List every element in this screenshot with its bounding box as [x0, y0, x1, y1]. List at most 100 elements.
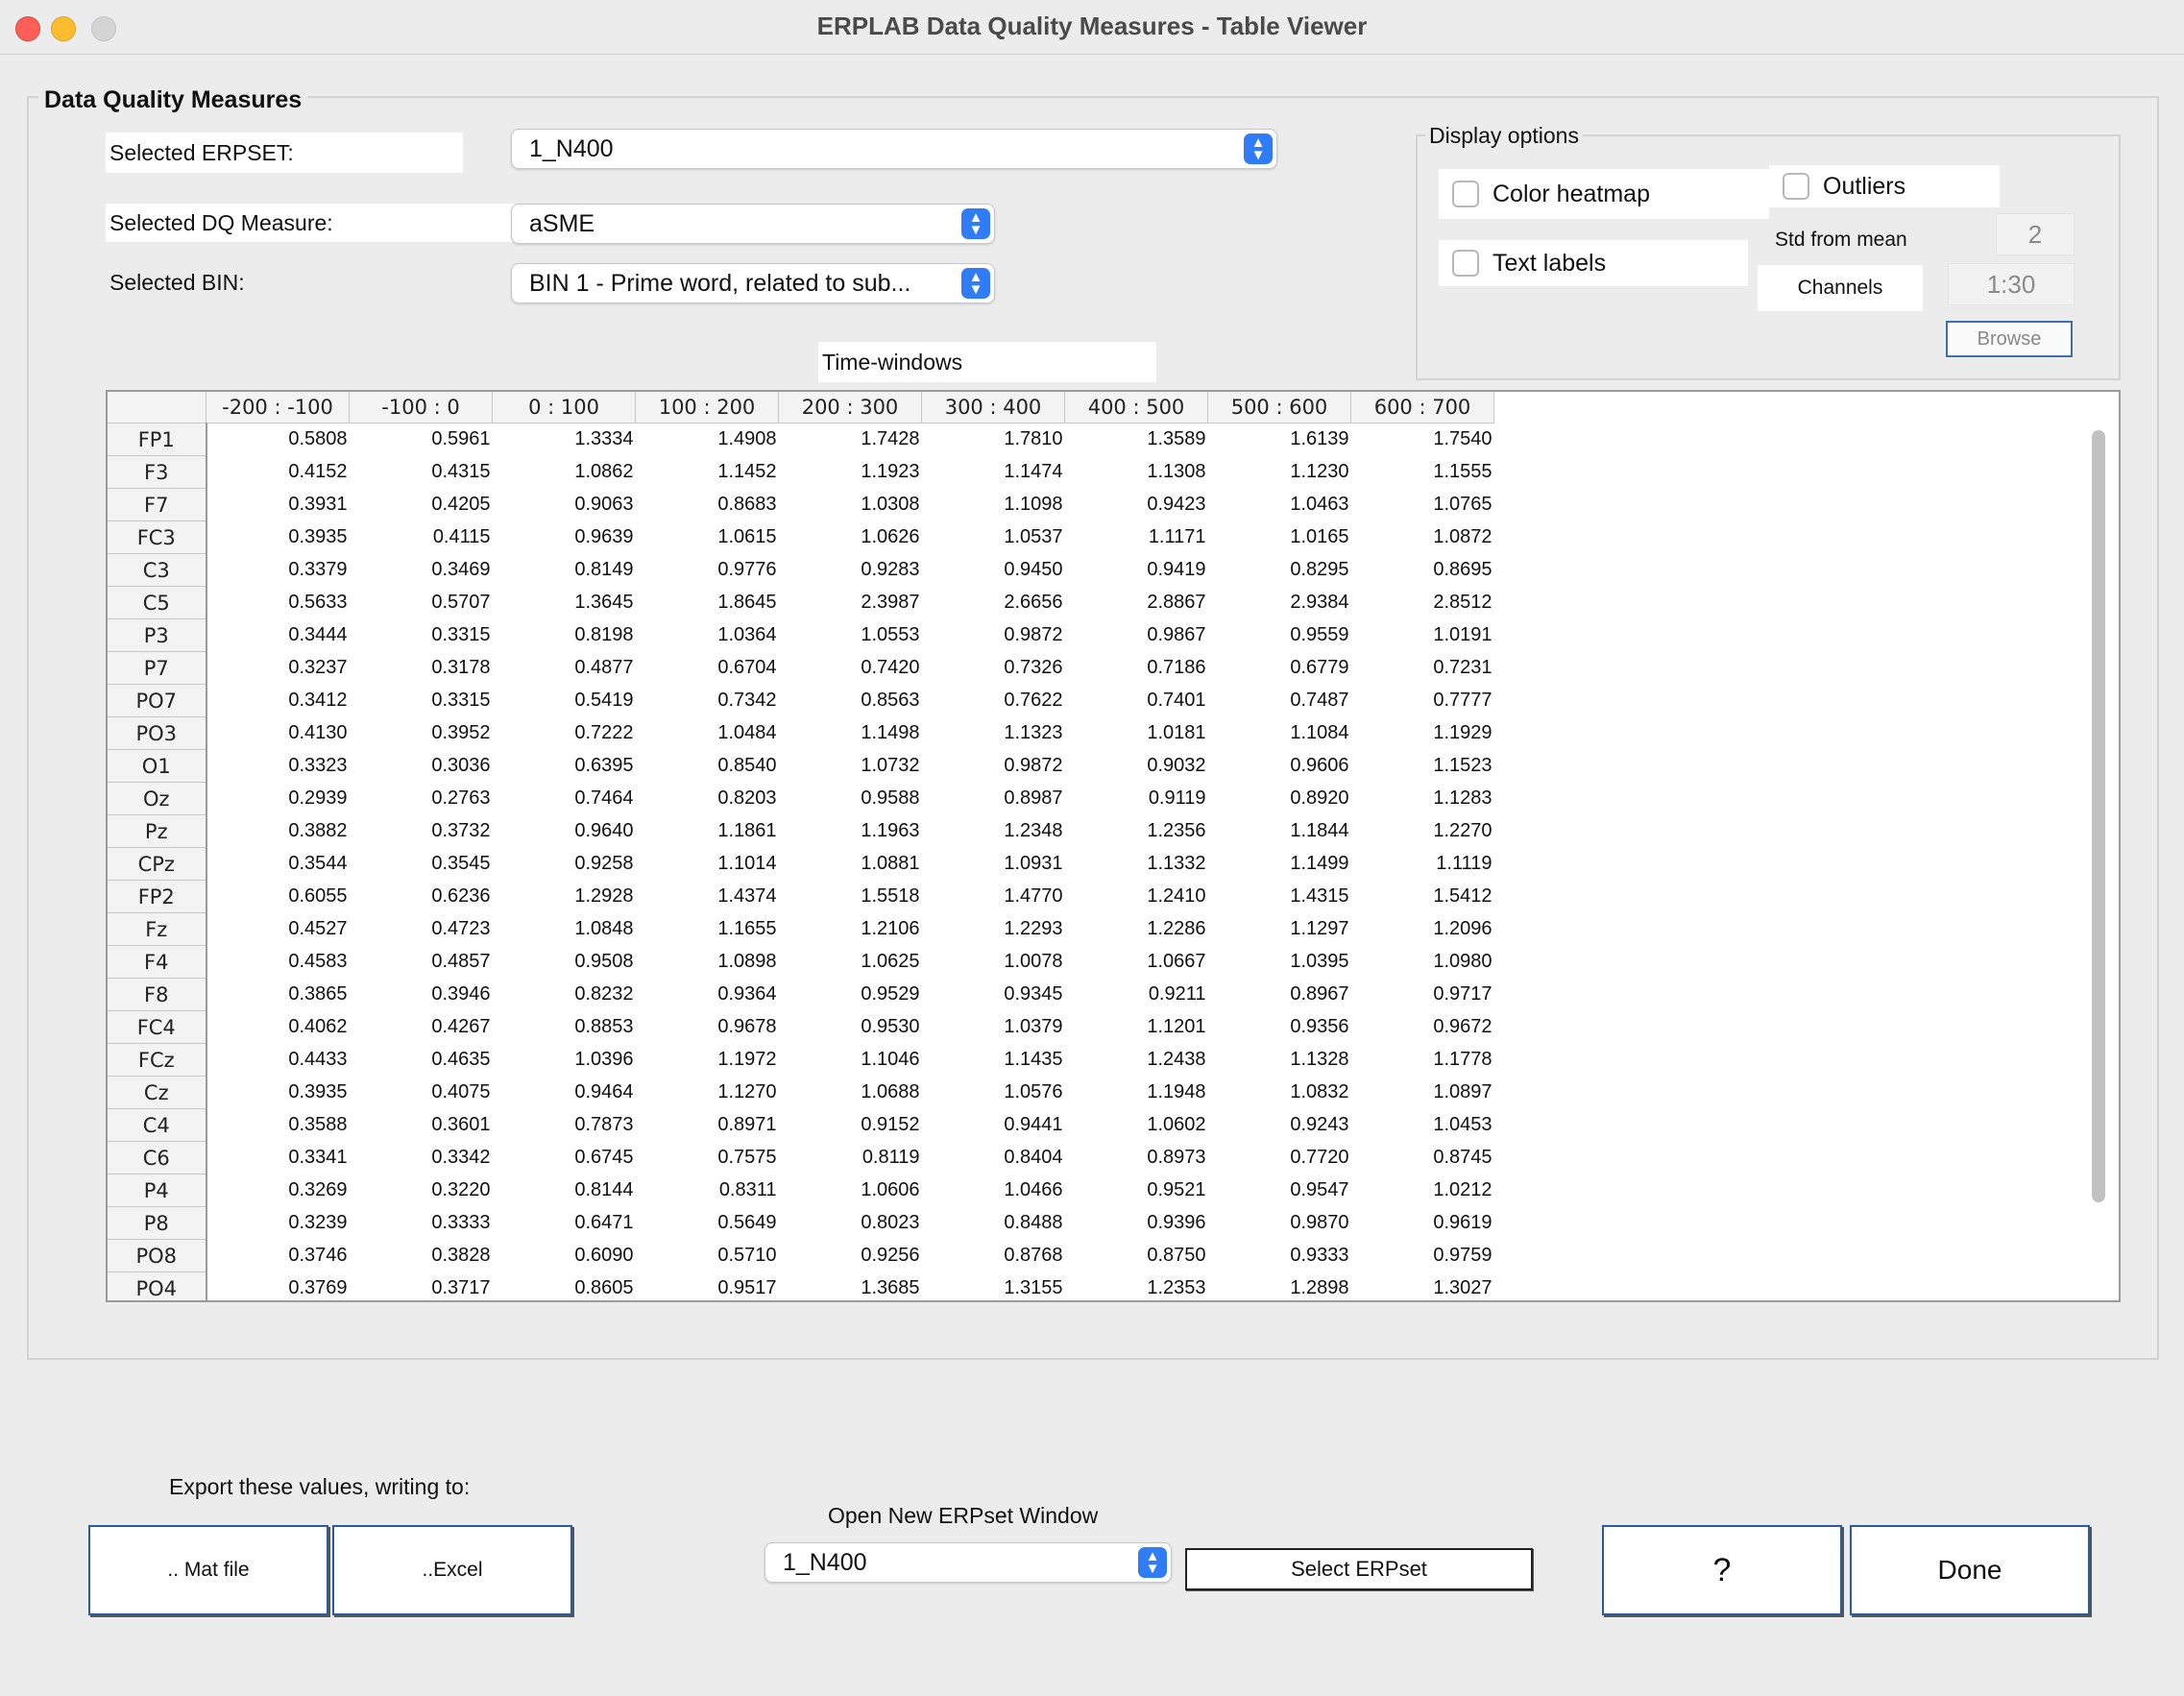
table-cell[interactable]: 1.2438	[1065, 1044, 1208, 1077]
table-cell[interactable]: 1.0395	[1208, 946, 1351, 979]
table-cell[interactable]: 1.0606	[779, 1175, 922, 1207]
select-erpset-button[interactable]: Select ERPset	[1185, 1548, 1533, 1590]
table-cell[interactable]: 1.0181	[1065, 717, 1208, 750]
table-cell[interactable]: 1.4908	[636, 424, 779, 456]
text-labels-checkbox[interactable]: Text labels	[1439, 240, 1748, 286]
table-cell[interactable]: 0.9640	[493, 815, 636, 848]
table-cell[interactable]: 0.3732	[350, 815, 493, 848]
table-cell[interactable]: 0.9529	[779, 979, 922, 1011]
table-cell[interactable]: 0.7231	[1351, 652, 1494, 685]
table-cell[interactable]: 1.0466	[922, 1175, 1065, 1207]
table-cell[interactable]: 1.2293	[922, 913, 1065, 946]
table-cell[interactable]: 0.6704	[636, 652, 779, 685]
table-cell[interactable]: 0.9759	[1351, 1240, 1494, 1272]
table-cell[interactable]: 1.1171	[1065, 521, 1208, 554]
std-from-mean-input[interactable]: 2	[1996, 213, 2075, 255]
table-cell[interactable]: 0.9872	[922, 619, 1065, 652]
dq-measure-select[interactable]: aSME ▲ ▼	[511, 204, 995, 244]
table-cell[interactable]: 0.9396	[1065, 1207, 1208, 1240]
table-cell[interactable]: 1.1098	[922, 489, 1065, 521]
table-cell[interactable]: 0.8973	[1065, 1142, 1208, 1175]
table-cell[interactable]: 0.7420	[779, 652, 922, 685]
table-cell[interactable]: 0.3178	[350, 652, 493, 685]
help-button[interactable]: ?	[1602, 1525, 1842, 1615]
table-cell[interactable]: 1.1046	[779, 1044, 922, 1077]
table-cell[interactable]: 0.9606	[1208, 750, 1351, 783]
table-cell[interactable]: 0.3601	[350, 1109, 493, 1142]
table-cell[interactable]: 0.9867	[1065, 619, 1208, 652]
table-cell[interactable]: 1.1555	[1351, 456, 1494, 489]
table-cell[interactable]: 1.4770	[922, 881, 1065, 913]
table-cell[interactable]: 0.6236	[350, 881, 493, 913]
table-cell[interactable]: 0.6471	[493, 1207, 636, 1240]
table-cell[interactable]: 0.3036	[350, 750, 493, 783]
export-excel-button[interactable]: ..Excel	[332, 1525, 572, 1615]
table-cell[interactable]: 0.3946	[350, 979, 493, 1011]
table-cell[interactable]: 1.0078	[922, 946, 1065, 979]
done-button[interactable]: Done	[1850, 1525, 2090, 1615]
table-cell[interactable]: 0.8149	[493, 554, 636, 587]
table-cell[interactable]: 1.1655	[636, 913, 779, 946]
table-cell[interactable]: 0.8920	[1208, 783, 1351, 815]
table-cell[interactable]: 0.8853	[493, 1011, 636, 1044]
table-cell[interactable]: 0.8311	[636, 1175, 779, 1207]
table-cell[interactable]: 0.9521	[1065, 1175, 1208, 1207]
table-cell[interactable]: 1.1498	[779, 717, 922, 750]
table-cell[interactable]: 0.9152	[779, 1109, 922, 1142]
table-cell[interactable]: 0.9243	[1208, 1109, 1351, 1142]
table-cell[interactable]: 1.7810	[922, 424, 1065, 456]
table-cell[interactable]: 0.8198	[493, 619, 636, 652]
table-cell[interactable]: 0.8750	[1065, 1240, 1208, 1272]
table-cell[interactable]: 0.4315	[350, 456, 493, 489]
table-cell[interactable]: 0.3239	[206, 1207, 350, 1240]
table-cell[interactable]: 0.8967	[1208, 979, 1351, 1011]
browse-button[interactable]: Browse	[1946, 321, 2073, 357]
table-cell[interactable]: 0.7873	[493, 1109, 636, 1142]
table-cell[interactable]: 1.0576	[922, 1077, 1065, 1109]
export-mat-button[interactable]: .. Mat file	[88, 1525, 328, 1615]
table-cell[interactable]: 0.9776	[636, 554, 779, 587]
table-cell[interactable]: 1.0732	[779, 750, 922, 783]
table-cell[interactable]: 1.1270	[636, 1077, 779, 1109]
table-cell[interactable]: 2.9384	[1208, 587, 1351, 619]
table-cell[interactable]: 0.5707	[350, 587, 493, 619]
table-cell[interactable]: 1.0453	[1351, 1109, 1494, 1142]
table-cell[interactable]: 0.9423	[1065, 489, 1208, 521]
table-cell[interactable]: 0.8540	[636, 750, 779, 783]
table-cell[interactable]: 1.0625	[779, 946, 922, 979]
table-cell[interactable]: 1.1328	[1208, 1044, 1351, 1077]
table-cell[interactable]: 1.1119	[1351, 848, 1494, 881]
table-cell[interactable]: 0.4205	[350, 489, 493, 521]
table-cell[interactable]: 0.6055	[206, 881, 350, 913]
table-cell[interactable]: 1.1523	[1351, 750, 1494, 783]
table-cell[interactable]: 0.7575	[636, 1142, 779, 1175]
table-cell[interactable]: 0.8203	[636, 783, 779, 815]
table-cell[interactable]: 0.3952	[350, 717, 493, 750]
table-cell[interactable]: 1.1972	[636, 1044, 779, 1077]
table-cell[interactable]: 1.2286	[1065, 913, 1208, 946]
table-cell[interactable]: 0.3935	[206, 1077, 350, 1109]
table-cell[interactable]: 0.4527	[206, 913, 350, 946]
table-cell[interactable]: 1.0165	[1208, 521, 1351, 554]
table-cell[interactable]: 1.1499	[1208, 848, 1351, 881]
table-cell[interactable]: 1.5412	[1351, 881, 1494, 913]
table-cell[interactable]: 0.9345	[922, 979, 1065, 1011]
table-cell[interactable]: 0.9256	[779, 1240, 922, 1272]
table-cell[interactable]: 0.8488	[922, 1207, 1065, 1240]
table-cell[interactable]: 0.4877	[493, 652, 636, 685]
table-cell[interactable]: 0.8404	[922, 1142, 1065, 1175]
table-cell[interactable]: 1.0364	[636, 619, 779, 652]
table-cell[interactable]: 0.4062	[206, 1011, 350, 1044]
table-cell[interactable]: 1.0862	[493, 456, 636, 489]
table-cell[interactable]: 1.4315	[1208, 881, 1351, 913]
table-cell[interactable]: 1.1308	[1065, 456, 1208, 489]
table-cell[interactable]: 0.9441	[922, 1109, 1065, 1142]
table-cell[interactable]: 0.5710	[636, 1240, 779, 1272]
table-cell[interactable]: 1.0980	[1351, 946, 1494, 979]
table-cell[interactable]: 1.1323	[922, 717, 1065, 750]
table-cell[interactable]: 0.8023	[779, 1207, 922, 1240]
table-cell[interactable]: 1.1297	[1208, 913, 1351, 946]
table-cell[interactable]: 0.7464	[493, 783, 636, 815]
table-cell[interactable]: 0.6090	[493, 1240, 636, 1272]
table-cell[interactable]: 0.9508	[493, 946, 636, 979]
